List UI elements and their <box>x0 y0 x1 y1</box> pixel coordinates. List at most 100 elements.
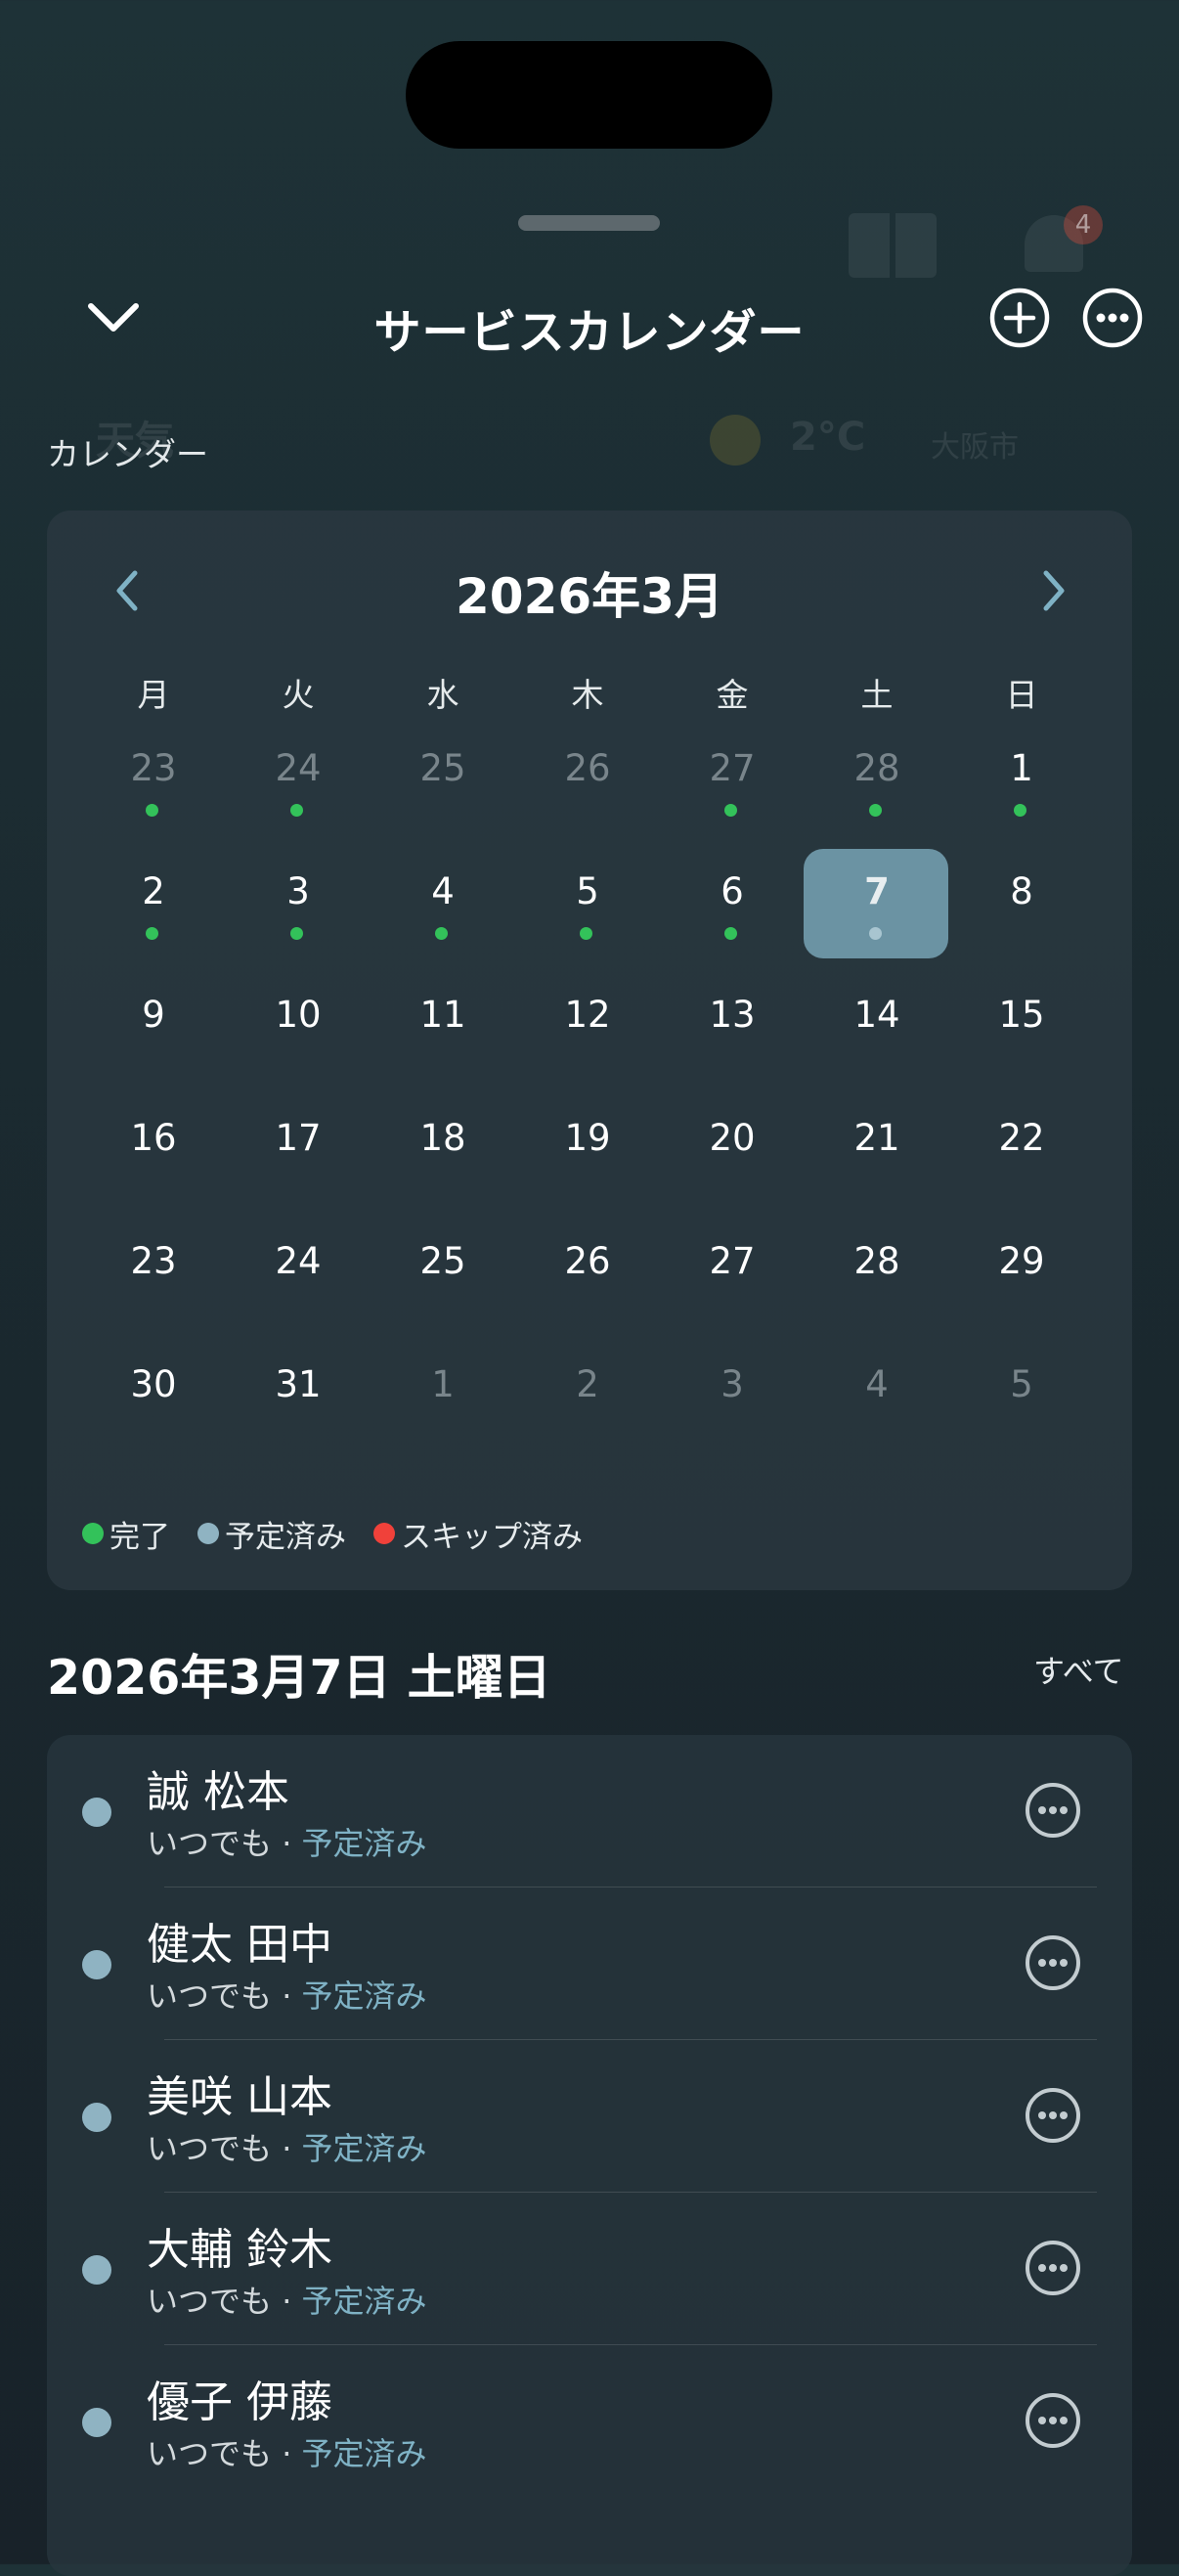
legend-skipped: スキップ済み <box>373 1512 583 1556</box>
legend-completed: 完了 <box>82 1512 170 1556</box>
day-number: 15 <box>998 994 1045 1036</box>
completed-dot-icon <box>290 927 303 940</box>
calendar-day-selected[interactable]: 7 <box>804 849 949 958</box>
day-number: 4 <box>431 870 455 912</box>
calendar-day[interactable]: 28 <box>805 1219 949 1328</box>
calendar-day[interactable]: 3 <box>226 849 371 958</box>
row-more-button[interactable] <box>1025 2240 1081 2296</box>
calendar-day[interactable]: 6 <box>660 849 805 958</box>
appointment-status: 予定済み <box>301 1977 427 2015</box>
separator: · <box>272 2283 302 2320</box>
appointment-time: いつでも <box>147 2130 273 2167</box>
skipped-dot-icon <box>373 1523 395 1544</box>
calendar-day[interactable]: 10 <box>226 972 371 1082</box>
day-number: 28 <box>853 1240 900 1282</box>
appointment-row[interactable]: 優子 伊藤 いつでも · 予定済み <box>47 2345 1132 2498</box>
appointment-row[interactable]: 大輔 鈴木 いつでも · 予定済み <box>47 2193 1132 2345</box>
row-more-button[interactable] <box>1025 2392 1081 2449</box>
calendar-day[interactable]: 15 <box>949 972 1094 1082</box>
calendar-day[interactable]: 28 <box>805 726 949 835</box>
appointment-status: 予定済み <box>301 2435 427 2472</box>
month-navigation: 2026年3月 <box>47 557 1132 626</box>
day-number: 3 <box>286 870 310 912</box>
calendar-day[interactable]: 25 <box>371 1219 515 1328</box>
calendar-day[interactable]: 17 <box>226 1095 371 1205</box>
calendar-day[interactable]: 2 <box>515 1342 660 1451</box>
calendar-day[interactable]: 14 <box>805 972 949 1082</box>
day-number: 31 <box>275 1363 322 1405</box>
calendar-day[interactable]: 18 <box>371 1095 515 1205</box>
appointment-row[interactable]: 美咲 山本 いつでも · 予定済み <box>47 2040 1132 2193</box>
selected-date-heading: 2026年3月7日 土曜日 <box>47 1650 551 1706</box>
calendar-day[interactable]: 16 <box>81 1095 226 1205</box>
calendar-day[interactable]: 30 <box>81 1342 226 1451</box>
completed-dot-icon <box>290 804 303 817</box>
calendar-day[interactable]: 27 <box>660 1219 805 1328</box>
appointment-time: いつでも <box>147 1977 273 2015</box>
calendar-day[interactable]: 26 <box>515 726 660 835</box>
city-name: 大阪市 <box>931 430 1019 465</box>
calendar-day[interactable]: 11 <box>371 972 515 1082</box>
calendar-day[interactable]: 8 <box>949 849 1094 958</box>
calendar-day[interactable]: 22 <box>949 1095 1094 1205</box>
ellipsis-circle-icon <box>1026 2088 1080 2143</box>
day-number: 14 <box>853 994 900 1036</box>
ellipsis-circle-icon <box>1026 2241 1080 2295</box>
sheet-header: サービスカレンダー <box>0 264 1179 372</box>
calendar-legend: 完了 予定済み スキップ済み <box>82 1512 610 1556</box>
day-number: 28 <box>853 747 900 789</box>
calendar-day[interactable]: 25 <box>371 726 515 835</box>
calendar-day[interactable]: 23 <box>81 726 226 835</box>
customer-name: 優子 伊藤 <box>147 2377 332 2427</box>
sheet-grabber[interactable] <box>518 215 660 231</box>
calendar-day[interactable]: 21 <box>805 1095 949 1205</box>
calendar-day[interactable]: 31 <box>226 1342 371 1451</box>
calendar-day[interactable]: 1 <box>371 1342 515 1451</box>
appointment-time: いつでも <box>147 1825 273 1862</box>
calendar-day[interactable]: 9 <box>81 972 226 1082</box>
calendar-day[interactable]: 3 <box>660 1342 805 1451</box>
day-number: 30 <box>130 1363 177 1405</box>
day-number: 5 <box>1010 1363 1033 1405</box>
calendar-day[interactable]: 5 <box>515 849 660 958</box>
calendar-day[interactable]: 1 <box>949 726 1094 835</box>
calendar-day[interactable]: 27 <box>660 726 805 835</box>
completed-dot-icon <box>1014 804 1026 817</box>
dynamic-island <box>406 41 772 149</box>
see-all-link[interactable]: すべて <box>1033 1647 1123 1692</box>
row-more-button[interactable] <box>1025 1934 1081 1991</box>
next-month-button[interactable] <box>1023 561 1081 620</box>
row-more-button[interactable] <box>1025 2087 1081 2144</box>
row-more-button[interactable] <box>1025 1782 1081 1839</box>
calendar-day[interactable]: 5 <box>949 1342 1094 1451</box>
calendar-day[interactable]: 19 <box>515 1095 660 1205</box>
appointment-status: 予定済み <box>301 1825 427 1862</box>
calendar-day[interactable]: 20 <box>660 1095 805 1205</box>
calendar-day[interactable]: 4 <box>805 1342 949 1451</box>
scheduled-dot-icon <box>197 1523 219 1544</box>
calendar-day[interactable]: 29 <box>949 1219 1094 1328</box>
add-button[interactable] <box>989 288 1050 348</box>
appointment-meta: いつでも · 予定済み <box>147 1819 427 1864</box>
scheduled-dot-icon <box>82 1798 111 1827</box>
calendar-day[interactable]: 4 <box>371 849 515 958</box>
calendar-day[interactable]: 23 <box>81 1219 226 1328</box>
scheduled-dot-icon <box>869 927 882 940</box>
separator: · <box>272 1825 302 1862</box>
calendar-day[interactable]: 2 <box>81 849 226 958</box>
more-options-button[interactable] <box>1082 288 1143 348</box>
appointment-status: 予定済み <box>301 2283 427 2320</box>
calendar-day[interactable]: 24 <box>226 1219 371 1328</box>
calendar-day[interactable]: 13 <box>660 972 805 1082</box>
appointment-meta: いつでも · 予定済み <box>147 2124 427 2169</box>
day-number: 24 <box>275 747 322 789</box>
day-number: 26 <box>564 1240 611 1282</box>
appointment-meta: いつでも · 予定済み <box>147 2429 427 2474</box>
appointment-row[interactable]: 健太 田中 いつでも · 予定済み <box>47 1888 1132 2040</box>
calendar-day[interactable]: 26 <box>515 1219 660 1328</box>
appointment-row[interactable]: 誠 松本 いつでも · 予定済み <box>47 1735 1132 1888</box>
appointment-time: いつでも <box>147 2435 273 2472</box>
weekday-label: 水 <box>426 676 459 714</box>
calendar-day[interactable]: 12 <box>515 972 660 1082</box>
calendar-day[interactable]: 24 <box>226 726 371 835</box>
